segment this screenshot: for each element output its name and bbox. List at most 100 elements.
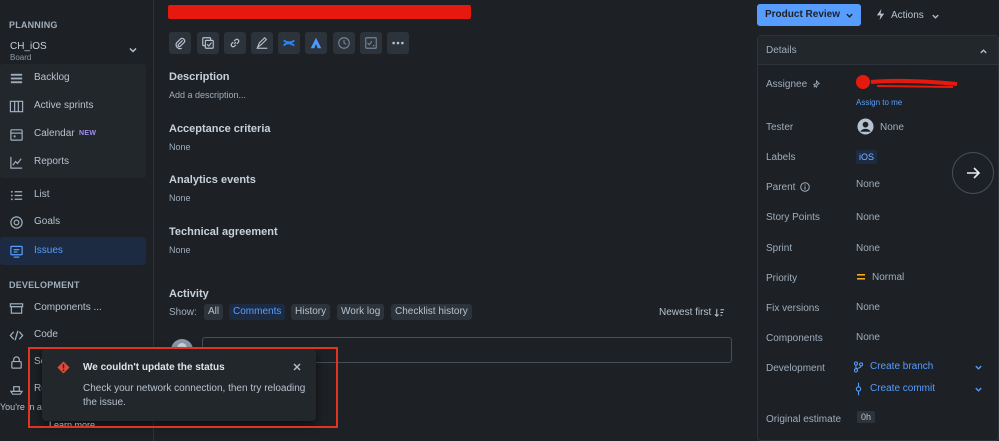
- labels-label: Labels: [766, 152, 796, 163]
- list-icon: [10, 190, 23, 201]
- commit-icon: [855, 382, 862, 396]
- sidebar-item-list[interactable]: List: [0, 181, 146, 209]
- assignee-value-redacted[interactable]: [853, 73, 958, 93]
- next-issue-button[interactable]: [952, 152, 994, 194]
- backlog-icon: [10, 73, 23, 84]
- subtask-button[interactable]: [197, 32, 219, 54]
- subtask-icon: [202, 37, 214, 49]
- parent-value[interactable]: None: [856, 179, 880, 190]
- more-icon: [392, 41, 404, 45]
- filter-checklist-history[interactable]: Checklist history: [391, 304, 472, 320]
- sidebar-item-goals[interactable]: Goals: [0, 208, 146, 236]
- checklist-button[interactable]: [360, 32, 382, 54]
- redaction-mark: [856, 75, 958, 89]
- filter-comments[interactable]: Comments: [229, 304, 286, 320]
- show-label: Show:: [169, 307, 197, 318]
- parent-label-text: Parent: [766, 182, 796, 193]
- pin-icon: [812, 79, 820, 88]
- sidebar-item-active-sprints[interactable]: Active sprints: [0, 92, 146, 120]
- new-badge: NEW: [79, 130, 97, 137]
- columns-icon: [9, 100, 24, 113]
- arrow-right-icon: [967, 167, 981, 179]
- sprint-value[interactable]: None: [856, 243, 880, 254]
- priority-value[interactable]: Normal: [872, 272, 904, 283]
- analytics-events-title: Analytics events: [169, 174, 256, 186]
- assignee-label-text: Assignee: [766, 79, 808, 90]
- lock-icon: [11, 356, 22, 369]
- label-tag[interactable]: iOS: [856, 150, 878, 164]
- project-name: CH_iOS: [10, 41, 47, 52]
- confluence-button[interactable]: [278, 32, 300, 54]
- description-field[interactable]: Add a description...: [169, 90, 246, 100]
- status-button-label: Product Review: [765, 9, 841, 20]
- attach-button[interactable]: [169, 32, 191, 54]
- clock-icon: [338, 37, 350, 49]
- sidebar-item-label: Active sprints: [34, 100, 94, 111]
- analytics-events-value[interactable]: None: [169, 193, 191, 203]
- tester-value[interactable]: None: [880, 122, 904, 133]
- sort-toggle[interactable]: Newest first: [659, 306, 725, 320]
- confluence-icon: [282, 39, 295, 47]
- create-commit-label: Create commit: [870, 383, 936, 394]
- filter-all[interactable]: All: [204, 304, 224, 320]
- sidebar-item-label: Goals: [34, 216, 61, 227]
- filter-history[interactable]: History: [291, 304, 331, 320]
- pen-icon: [256, 36, 268, 50]
- tester-label: Tester: [766, 122, 794, 133]
- technical-agreement-value[interactable]: None: [169, 245, 191, 255]
- more-button[interactable]: [387, 32, 409, 54]
- issues-icon: [10, 245, 23, 258]
- chevron-down-icon: [975, 387, 982, 392]
- project-type: Board: [10, 53, 32, 62]
- project-switcher[interactable]: CH_iOS Board: [0, 34, 146, 64]
- development-section-label: DEVELOPMENT: [9, 280, 80, 290]
- planning-section-label: PLANNING: [9, 20, 58, 30]
- fix-versions-value[interactable]: None: [856, 302, 880, 313]
- component-icon: [9, 303, 24, 314]
- attachment-icon: [175, 37, 186, 50]
- target-icon: [10, 216, 23, 229]
- lightning-icon: [876, 9, 885, 20]
- planning-nav-group: Backlog Active sprints Calendar NEW Repo…: [0, 64, 146, 178]
- components-label: Components: [766, 333, 823, 344]
- create-commit-link[interactable]: Create commit: [853, 382, 983, 396]
- sidebar-item-label: Reports: [34, 156, 70, 167]
- story-points-value[interactable]: None: [856, 212, 880, 223]
- sidebar-item-code[interactable]: Code: [0, 321, 146, 349]
- components-value[interactable]: None: [856, 332, 880, 343]
- actions-button-label: Actions: [891, 10, 924, 21]
- technical-agreement-title: Technical agreement: [169, 226, 278, 238]
- actions-button[interactable]: Actions: [873, 5, 943, 25]
- acceptance-criteria-value[interactable]: None: [169, 142, 191, 152]
- chevron-down-icon: [846, 13, 853, 18]
- ship-icon: [9, 386, 24, 395]
- atlassian-button[interactable]: [305, 32, 327, 54]
- sidebar-item-issues[interactable]: Issues: [0, 237, 146, 265]
- create-branch-label: Create branch: [870, 361, 934, 372]
- sidebar-item-calendar[interactable]: Calendar NEW: [0, 120, 146, 148]
- details-panel: [757, 35, 999, 441]
- priority-label: Priority: [766, 273, 798, 284]
- activity-title: Activity: [169, 288, 209, 300]
- edit-button[interactable]: [251, 32, 273, 54]
- fix-versions-label: Fix versions: [766, 303, 820, 314]
- calendar-icon: [10, 129, 23, 141]
- assign-to-me-link[interactable]: Assign to me: [856, 98, 902, 107]
- sidebar-item-label: Backlog: [34, 72, 70, 83]
- details-header[interactable]: Details: [758, 36, 998, 65]
- sidebar-item-reports[interactable]: Reports: [0, 148, 146, 176]
- status-button[interactable]: Product Review: [757, 4, 861, 26]
- sprint-label: Sprint: [766, 243, 793, 254]
- chart-icon: [10, 156, 23, 169]
- create-branch-link[interactable]: Create branch: [853, 360, 983, 374]
- sidebar-item-components[interactable]: Components ...: [0, 294, 146, 322]
- redacted-issue-title: [168, 5, 471, 19]
- details-title: Details: [766, 45, 797, 56]
- original-estimate-value[interactable]: 0h: [857, 411, 876, 423]
- time-button[interactable]: [333, 32, 355, 54]
- filter-work-log[interactable]: Work log: [337, 304, 385, 320]
- checklist-icon: [365, 37, 377, 49]
- sidebar-item-backlog[interactable]: Backlog: [0, 64, 146, 92]
- chevron-down-icon: [932, 14, 939, 19]
- link-issue-button[interactable]: [224, 32, 246, 54]
